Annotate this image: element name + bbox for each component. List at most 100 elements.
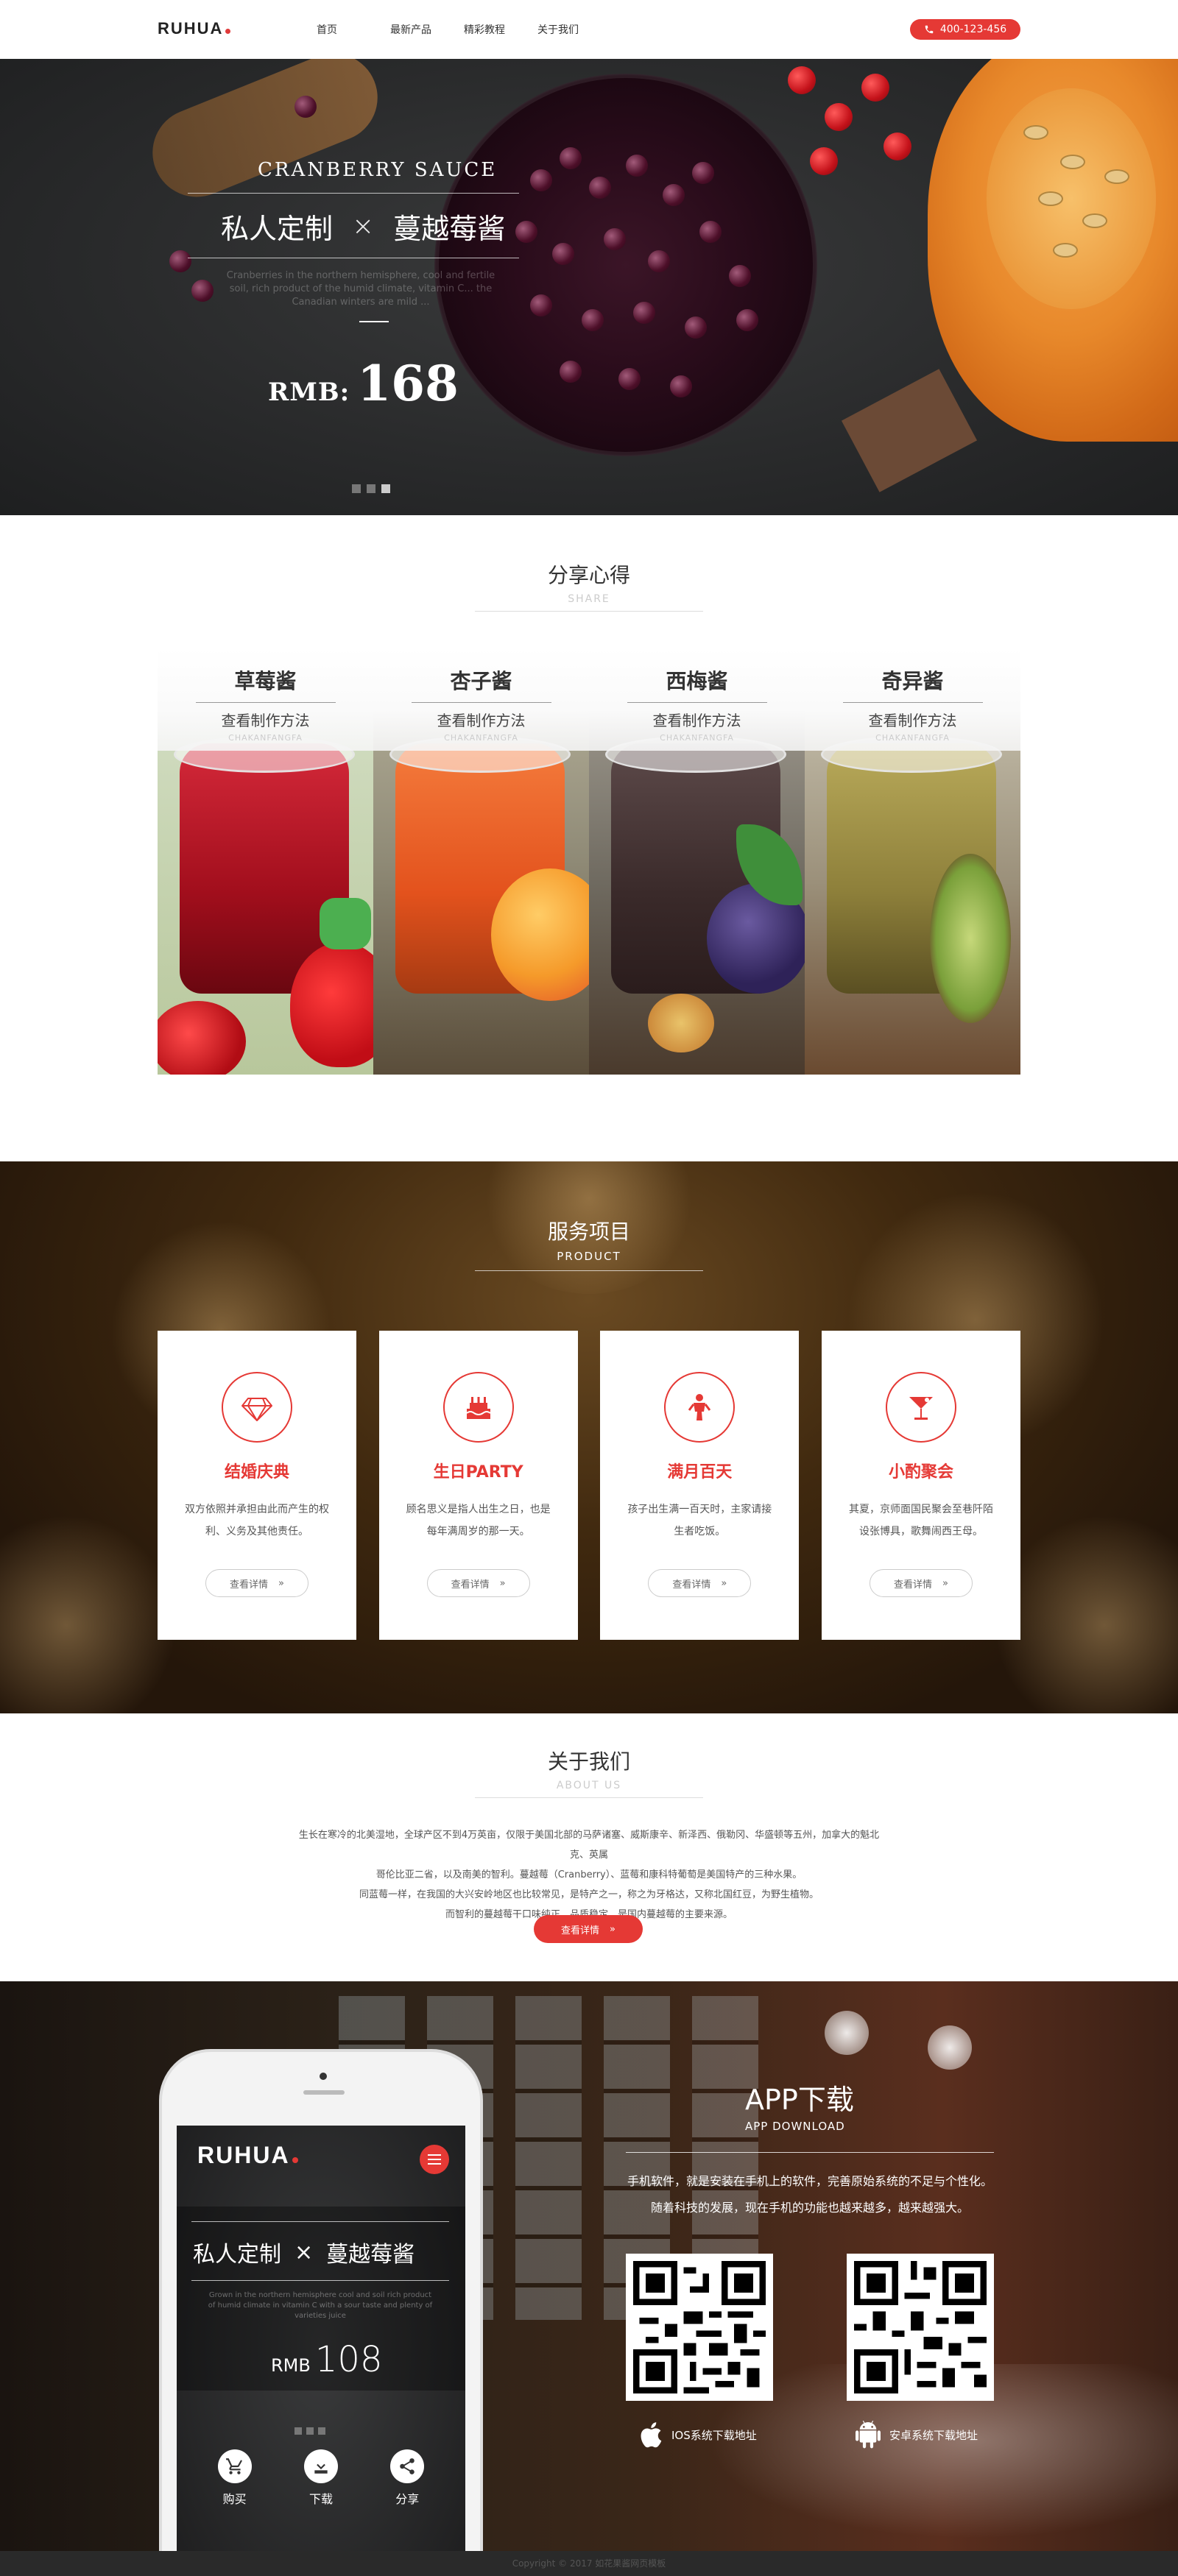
service-description: 双方依照并承担由此而产生的权利、义务及其他责任。 bbox=[185, 1504, 329, 1538]
service-detail-button[interactable]: 查看详情 » bbox=[869, 1569, 973, 1597]
share-card-kiwi[interactable]: 奇异酱 查看制作方法 CHAKANFANGFA bbox=[805, 648, 1020, 1075]
phone-download-button[interactable]: 下载 bbox=[303, 2449, 338, 2507]
android-download-link[interactable]: 安卓系统下载地址 bbox=[856, 2420, 978, 2449]
service-description: 孩子出生满一百天时，主家请接生者吃饭。 bbox=[627, 1504, 772, 1538]
button-label: 查看详情 bbox=[561, 1925, 600, 1936]
share-card-name: 奇异酱 bbox=[881, 669, 944, 693]
site-header: RUHUA 首页 最新产品 精彩教程 关于我们 400-123-456 bbox=[0, 0, 1178, 59]
phone-logo-text: RUHUA bbox=[197, 2142, 290, 2168]
share-icon bbox=[400, 2458, 415, 2474]
slider-dot[interactable] bbox=[352, 484, 361, 493]
service-card-party: 小酌聚会 其夏，京师面国民聚会至巷阡陌设张博具，歌舞闹西王母。 查看详情 » bbox=[821, 1331, 1020, 1640]
logo-dot bbox=[292, 2157, 298, 2163]
service-description: 其夏，京师面国民聚会至巷阡陌设张博具，歌舞闹西王母。 bbox=[848, 1504, 993, 1538]
phone-rule-top bbox=[191, 2221, 449, 2222]
phone-icon bbox=[925, 25, 934, 34]
services-title: 服务项目 PRODUCT bbox=[0, 1216, 1178, 1271]
share-card-pinyin: CHAKANFANGFA bbox=[444, 733, 518, 743]
services-section: 服务项目 PRODUCT 结婚庆典 双方依照并承担由此而产生的权利、义务及其他责… bbox=[0, 1161, 1178, 1713]
service-description: 顾名思义是指人出生之日，也是每年满周岁的那一天。 bbox=[406, 1504, 551, 1538]
phone-speaker bbox=[303, 2090, 345, 2095]
hero-price: RMB: 168 bbox=[268, 355, 459, 412]
service-name: 结婚庆典 bbox=[224, 1463, 289, 1482]
phone-price-value: 108 bbox=[314, 2339, 383, 2380]
share-card-link[interactable]: 查看制作方法 bbox=[805, 709, 1020, 730]
service-detail-button[interactable]: 查看详情 » bbox=[426, 1569, 530, 1597]
phone-button[interactable]: 400-123-456 bbox=[910, 19, 1020, 40]
slider-dot[interactable] bbox=[367, 484, 375, 493]
share-title: 分享心得 bbox=[547, 563, 630, 587]
hamburger-menu-icon[interactable] bbox=[420, 2145, 449, 2174]
services-title-en: PRODUCT bbox=[557, 1250, 621, 1263]
nav-about-us[interactable]: 关于我们 bbox=[537, 22, 611, 37]
phone-buy-label: 购买 bbox=[222, 2492, 247, 2506]
hero-spoon-image bbox=[139, 59, 391, 210]
ios-download-link[interactable]: IOS系统下载地址 bbox=[638, 2420, 757, 2449]
hero-title-left: 私人定制 bbox=[221, 213, 334, 245]
hero-cranberry-jar-image bbox=[434, 74, 817, 456]
phone-buy-button[interactable]: 购买 bbox=[217, 2449, 252, 2507]
share-card-strawberry[interactable]: 草莓酱 查看制作方法 CHAKANFANGFA bbox=[158, 648, 373, 1075]
button-label: 查看详情 bbox=[230, 1579, 269, 1590]
chevron-right-icon: » bbox=[721, 1577, 727, 1589]
ios-link-label: IOS系统下载地址 bbox=[671, 2428, 757, 2442]
hero-title-sep: × bbox=[352, 211, 375, 241]
android-link-label: 安卓系统下载地址 bbox=[889, 2428, 978, 2442]
qr-code-image bbox=[633, 2261, 766, 2393]
about-section-title: 关于我们 ABOUT US bbox=[0, 1746, 1178, 1798]
phone-share-button[interactable]: 分享 bbox=[390, 2449, 425, 2507]
cart-icon bbox=[225, 2458, 242, 2474]
share-title-rule bbox=[475, 611, 703, 612]
app-subtitle: APP DOWNLOAD bbox=[745, 2120, 845, 2133]
site-logo[interactable]: RUHUA bbox=[158, 19, 231, 38]
phone-download-label: 下载 bbox=[308, 2492, 333, 2506]
share-card-link[interactable]: 查看制作方法 bbox=[158, 709, 373, 730]
share-card-plum[interactable]: 西梅酱 查看制作方法 CHAKANFANGFA bbox=[589, 648, 805, 1075]
share-subtitle: SHARE bbox=[568, 593, 610, 605]
phone-number: 400-123-456 bbox=[939, 24, 1007, 35]
hero-subtitle: CRANBERRY SAUCE bbox=[258, 159, 498, 181]
phone-title-left: 私人定制 bbox=[193, 2242, 281, 2268]
ios-qr-code[interactable] bbox=[626, 2254, 773, 2401]
logo-dot bbox=[225, 29, 231, 34]
services-title-cn: 服务项目 bbox=[547, 1220, 630, 1244]
about-line: 同蓝莓一样，在我国的大兴安岭地区也比较常见，是特产之一，称之为牙格达，又称北国红… bbox=[359, 1889, 819, 1900]
nav-home[interactable]: 首页 bbox=[317, 22, 390, 37]
slider-dot-active[interactable] bbox=[381, 484, 390, 493]
android-qr-code[interactable] bbox=[847, 2254, 994, 2401]
share-card-link[interactable]: 查看制作方法 bbox=[373, 709, 589, 730]
service-name: 小酌聚会 bbox=[888, 1463, 953, 1482]
phone-hero-description: Grown in the northern hemisphere cool an… bbox=[208, 2291, 433, 2320]
service-detail-button[interactable]: 查看详情 » bbox=[205, 1569, 308, 1597]
phone-screen: RUHUA 私人定制 × 蔓越莓酱 Grown in the northern … bbox=[177, 2126, 465, 2551]
services-title-rule bbox=[475, 1270, 703, 1271]
hero-banner: CRANBERRY SAUCE 私人定制 × 蔓越莓酱 Cranberries … bbox=[0, 59, 1178, 515]
share-section-title: 分享心得 SHARE bbox=[0, 559, 1178, 612]
service-name: 满月百天 bbox=[667, 1463, 733, 1482]
service-icon-ring bbox=[885, 1372, 956, 1443]
about-detail-button[interactable]: 查看详情 » bbox=[534, 1915, 643, 1943]
about-title-rule bbox=[475, 1797, 703, 1798]
phone-title-sep: × bbox=[294, 2239, 314, 2265]
download-icon bbox=[314, 2459, 328, 2474]
hero-slider-dots bbox=[352, 484, 390, 493]
main-nav: 首页 最新产品 精彩教程 关于我们 bbox=[317, 22, 611, 37]
app-title: APP下载 bbox=[745, 2084, 854, 2116]
share-card-pinyin: CHAKANFANGFA bbox=[228, 733, 303, 743]
service-card-wedding: 结婚庆典 双方依照并承担由此而产生的权利、义务及其他责任。 查看详情 » bbox=[158, 1331, 356, 1640]
price-value: 168 bbox=[357, 355, 459, 412]
share-card-apricot[interactable]: 杏子酱 查看制作方法 CHAKANFANGFA bbox=[373, 648, 589, 1075]
service-cards: 结婚庆典 双方依照并承担由此而产生的权利、义务及其他责任。 查看详情 » 生日PA… bbox=[158, 1331, 1020, 1640]
app-desc-line: 手机软件，就是安装在手机上的软件，完善原始系统的不足与个性化。 bbox=[627, 2174, 992, 2188]
nav-tutorials[interactable]: 精彩教程 bbox=[464, 22, 537, 37]
service-icon-ring bbox=[442, 1372, 514, 1443]
nav-latest-products[interactable]: 最新产品 bbox=[390, 22, 464, 37]
service-icon-ring bbox=[664, 1372, 736, 1443]
phone-price: RMB 108 bbox=[271, 2339, 382, 2380]
hero-title: 私人定制 × 蔓越莓酱 bbox=[221, 206, 505, 247]
apple-icon bbox=[641, 2422, 662, 2448]
button-label: 查看详情 bbox=[451, 1579, 490, 1590]
share-card-link[interactable]: 查看制作方法 bbox=[589, 709, 805, 730]
service-detail-button[interactable]: 查看详情 » bbox=[648, 1569, 752, 1597]
chevron-right-icon: » bbox=[942, 1577, 948, 1589]
